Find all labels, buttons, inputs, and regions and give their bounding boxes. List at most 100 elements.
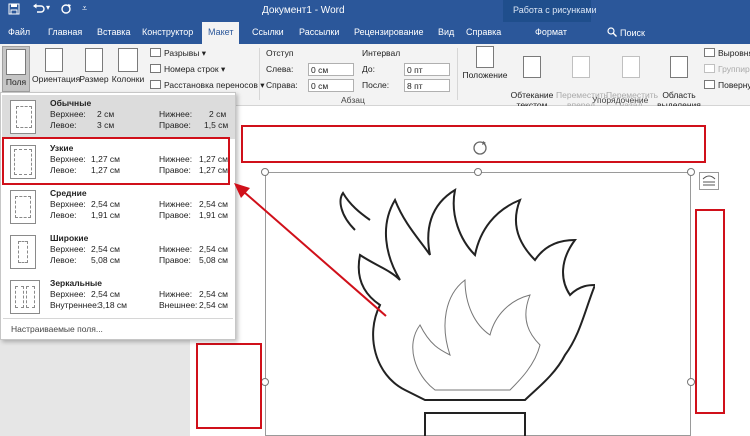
- left-value: 3 см: [97, 120, 115, 130]
- tab-help[interactable]: Справка: [466, 27, 501, 37]
- bottom-label: Нижнее:: [159, 199, 193, 209]
- document-title: Документ1 - Word: [262, 5, 345, 16]
- margin-option-normal[interactable]: Обычные Верхнее: 2 см Нижнее: 2 см Левое…: [2, 95, 235, 139]
- search-box[interactable]: Поиск: [607, 27, 645, 38]
- tab-file[interactable]: Файл: [8, 27, 30, 37]
- group-button[interactable]: Группиров: [704, 64, 750, 74]
- tab-references[interactable]: Ссылки: [252, 27, 284, 37]
- group-icon: [704, 64, 715, 73]
- top-label: Верхнее:: [50, 109, 86, 119]
- option-name: Широкие: [50, 233, 89, 243]
- margin-thumbnail-icon: [10, 280, 40, 314]
- indent-right-field[interactable]: Справа: 0 см: [266, 79, 354, 92]
- top-value: 2,54 см: [91, 289, 120, 299]
- layout-options-icon[interactable]: [699, 172, 719, 190]
- save-icon[interactable]: [8, 3, 20, 18]
- right-value: 1,5 см: [204, 120, 229, 130]
- top-value: 2,54 см: [91, 199, 120, 209]
- columns-button[interactable]: Колонки: [110, 48, 146, 84]
- resize-handle-left[interactable]: [261, 378, 269, 386]
- indent-left-field[interactable]: Слева: 0 см: [266, 63, 354, 76]
- spacing-after-label: После:: [362, 79, 390, 90]
- left-value: 3,18 см: [98, 300, 127, 310]
- line-numbers-button[interactable]: Номера строк ▾: [150, 64, 225, 75]
- search-label: Поиск: [620, 28, 645, 38]
- margin-option-wide[interactable]: Широкие Верхнее: 2,54 см Нижнее: 2,54 см…: [2, 230, 235, 274]
- indent-right-input[interactable]: 0 см: [308, 79, 354, 92]
- indent-left-input[interactable]: 0 см: [308, 63, 354, 76]
- margin-thumbnail-icon: [10, 100, 36, 134]
- tab-review[interactable]: Рецензирование: [354, 27, 424, 37]
- rotate-button[interactable]: Повернут: [704, 80, 750, 90]
- spacing-after-input[interactable]: 8 пт: [404, 79, 450, 92]
- top-value: 2 см: [97, 109, 115, 119]
- selection-pane-button[interactable]: Область выделения: [656, 46, 702, 110]
- right-label: Правое:: [159, 255, 191, 265]
- margin-option-mirrored[interactable]: Зеркальные Верхнее: 2,54 см Нижнее: 2,54…: [2, 275, 235, 319]
- highlight-right-margin: [695, 209, 725, 414]
- tab-insert[interactable]: Вставка: [97, 27, 130, 37]
- tab-layout[interactable]: Макет: [202, 22, 240, 44]
- tab-home[interactable]: Главная: [48, 27, 82, 37]
- rotate-label: Повернут: [718, 80, 750, 90]
- margin-thumbnail-icon: [10, 190, 36, 224]
- breaks-button[interactable]: Разрывы ▾: [150, 48, 206, 59]
- orientation-label: Ориентация: [32, 74, 81, 84]
- resize-handle-top-right[interactable]: [687, 168, 695, 176]
- resize-handle-top-left[interactable]: [261, 168, 269, 176]
- highlight-top-margin: [241, 125, 706, 163]
- right-value: 2,54 см: [199, 300, 228, 310]
- tab-mailings[interactable]: Рассылки: [299, 27, 339, 37]
- tab-format[interactable]: Формат: [535, 27, 567, 37]
- top-label: Верхнее:: [50, 289, 86, 299]
- margin-option-moderate[interactable]: Средние Верхнее: 2,54 см Нижнее: 2,54 см…: [2, 185, 235, 229]
- position-button[interactable]: Положение: [462, 46, 508, 80]
- tab-view[interactable]: Вид: [438, 27, 454, 37]
- bottom-value: 2 см: [209, 109, 227, 119]
- align-button[interactable]: Выровнять: [704, 48, 750, 58]
- customize-qat-icon[interactable]: ⩡: [82, 3, 87, 14]
- bottom-label: Нижнее:: [159, 109, 193, 119]
- undo-dropdown-icon[interactable]: ▾: [46, 3, 50, 12]
- bottom-value: 2,54 см: [199, 244, 228, 254]
- align-label: Выровнять: [718, 48, 750, 58]
- arrange-group-label: Упорядочение: [592, 95, 649, 105]
- top-value: 2,54 см: [91, 244, 120, 254]
- hyphenation-icon: [150, 80, 161, 89]
- right-value: 1,91 см: [199, 210, 228, 220]
- rotate-icon: [704, 80, 715, 89]
- option-name: Обычные: [50, 98, 92, 108]
- position-label: Положение: [462, 70, 508, 80]
- margins-button[interactable]: Поля: [2, 46, 30, 92]
- wrap-text-button[interactable]: Обтекание текстом: [508, 46, 556, 110]
- bottom-value: 2,54 см: [199, 199, 228, 209]
- resize-handle-right[interactable]: [687, 378, 695, 386]
- spacing-before-label: До:: [362, 63, 375, 74]
- breaks-label: Разрывы: [164, 48, 200, 58]
- paragraph-group-label: Абзац: [341, 95, 365, 105]
- margins-icon: [6, 49, 26, 75]
- spacing-before-field[interactable]: До: 0 пт: [362, 63, 450, 76]
- spacing-before-input[interactable]: 0 пт: [404, 63, 450, 76]
- undo-icon[interactable]: [32, 3, 45, 18]
- size-button[interactable]: Размер: [78, 48, 110, 84]
- custom-margins-item[interactable]: Настраиваемые поля...: [11, 324, 103, 334]
- left-label: Левое:: [50, 210, 77, 220]
- group-separator: [457, 48, 458, 100]
- left-value: 1,91 см: [91, 210, 120, 220]
- highlight-narrow-option: [2, 137, 230, 185]
- title-bar: ▾ ⩡ Документ1 - Word Работа с рисунками: [0, 0, 750, 44]
- margin-thumbnail-icon: [10, 235, 36, 269]
- orientation-button[interactable]: Ориентация: [32, 48, 80, 84]
- bring-forward-icon: [572, 56, 590, 78]
- group-label: Группиров: [718, 64, 750, 74]
- spacing-after-field[interactable]: После: 8 пт: [362, 79, 450, 92]
- size-icon: [85, 48, 103, 72]
- left-label: Внутреннее:: [50, 300, 100, 310]
- hyphenation-button[interactable]: Расстановка переносов ▾: [150, 80, 265, 91]
- left-value: 5,08 см: [91, 255, 120, 265]
- resize-handle-top[interactable]: [474, 168, 482, 176]
- tab-design[interactable]: Конструктор: [142, 27, 193, 37]
- redo-icon[interactable]: [60, 3, 72, 18]
- columns-label: Колонки: [111, 74, 145, 84]
